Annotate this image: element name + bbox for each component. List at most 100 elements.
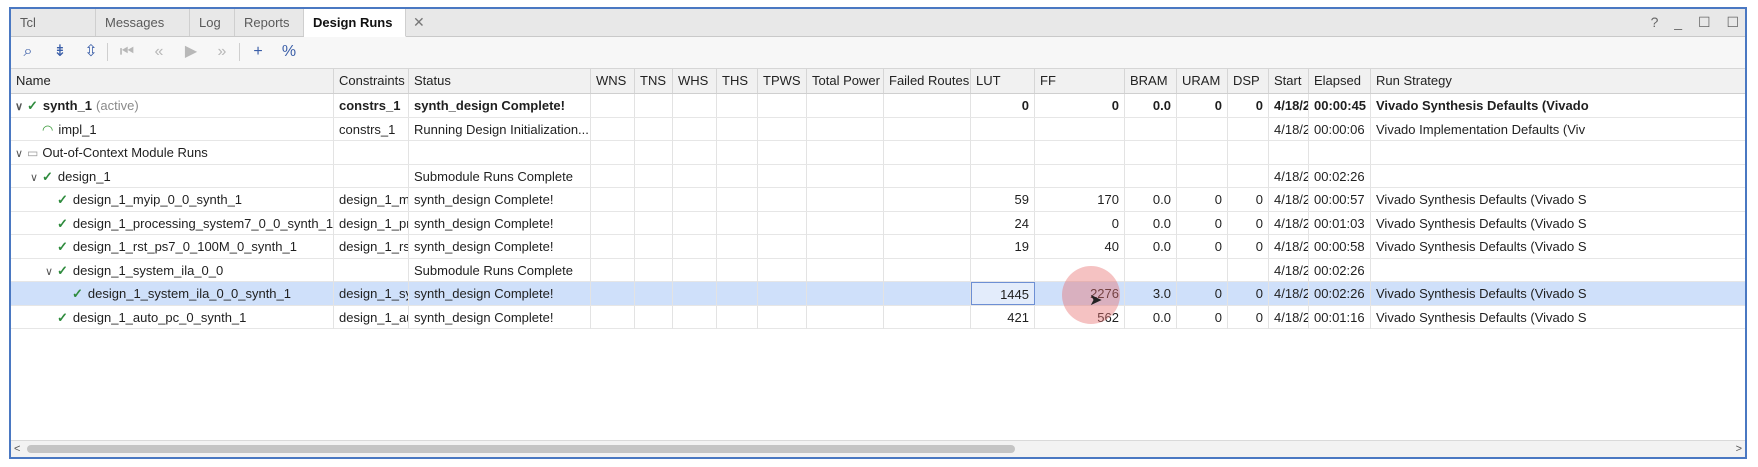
tns-cell[interactable] <box>635 141 673 164</box>
table-row[interactable]: ∨ ✓ design_1 Submodule Runs Complete 4/18/2 0… <box>11 164 1745 188</box>
run-name-cell[interactable]: ◠ impl_1 <box>11 117 334 141</box>
status-cell[interactable] <box>409 141 591 164</box>
total-power-cell[interactable] <box>807 164 884 188</box>
elapsed-cell[interactable]: 00:02:26 <box>1309 164 1371 188</box>
column-header-run-strategy[interactable]: Run Strategy <box>1371 69 1745 93</box>
wns-cell[interactable] <box>591 211 635 235</box>
strategy-cell[interactable]: Vivado Synthesis Defaults (Vivado S <box>1371 235 1745 258</box>
table-row[interactable]: ✓ design_1_rst_ps7_0_100M_0_synth_1 design… <box>11 235 1745 259</box>
uram-cell[interactable] <box>1177 258 1228 282</box>
elapsed-cell[interactable]: 00:01:16 <box>1309 305 1371 329</box>
dsp-cell[interactable]: 0 <box>1228 211 1269 235</box>
table-row[interactable]: ✓ design_1_auto_pc_0_synth_1 design_1_au sy… <box>11 305 1745 329</box>
tpws-cell[interactable] <box>758 117 807 141</box>
ths-cell[interactable] <box>717 282 758 305</box>
wns-cell[interactable] <box>591 282 635 305</box>
chevron-down-icon[interactable]: ∨ <box>15 143 27 164</box>
close-tab-icon[interactable]: ✕ <box>413 9 425 36</box>
elapsed-cell[interactable]: 00:02:26 <box>1309 258 1371 282</box>
table-row[interactable]: ◠ impl_1 constrs_1 Running Design Initializ… <box>11 117 1745 141</box>
uram-cell[interactable]: 0 <box>1177 94 1228 117</box>
column-header-tns[interactable]: TNS <box>635 69 673 93</box>
tpws-cell[interactable] <box>758 164 807 188</box>
lut-cell[interactable]: 59 <box>971 188 1035 211</box>
column-header-ths[interactable]: THS <box>717 69 758 93</box>
start-cell[interactable]: 4/18/2 <box>1269 282 1309 305</box>
dsp-cell[interactable] <box>1228 258 1269 282</box>
dsp-cell[interactable]: 0 <box>1228 282 1269 305</box>
uram-cell[interactable]: 0 <box>1177 188 1228 211</box>
maximize-icon[interactable]: ☐ <box>1726 9 1739 36</box>
table-row[interactable]: ✓ design_1_processing_system7_0_0_synth_1… <box>11 211 1745 235</box>
run-name-cell[interactable]: ✓ design_1_rst_ps7_0_100M_0_synth_1 <box>11 235 334 258</box>
elapsed-cell[interactable] <box>1309 141 1371 164</box>
run-name-cell[interactable]: ∨ ▭ Out-of-Context Module Runs <box>11 141 334 164</box>
lut-cell[interactable] <box>971 117 1035 141</box>
tns-cell[interactable] <box>635 164 673 188</box>
tpws-cell[interactable] <box>758 211 807 235</box>
wns-cell[interactable] <box>591 188 635 211</box>
bram-cell[interactable] <box>1125 258 1177 282</box>
ths-cell[interactable] <box>717 94 758 117</box>
whs-cell[interactable] <box>673 117 717 141</box>
tab-log[interactable]: Log <box>190 9 235 36</box>
tab-reports[interactable]: Reports <box>235 9 304 36</box>
collapse-all-icon[interactable]: ⇟ <box>47 40 73 64</box>
tpws-cell[interactable] <box>758 258 807 282</box>
tns-cell[interactable] <box>635 94 673 117</box>
status-cell[interactable]: synth_design Complete! <box>409 188 591 211</box>
add-icon[interactable]: + <box>245 40 271 64</box>
start-cell[interactable]: 4/18/2 <box>1269 188 1309 211</box>
column-header-bram[interactable]: BRAM <box>1125 69 1177 93</box>
lut-cell[interactable] <box>971 164 1035 188</box>
strategy-cell[interactable]: Vivado Synthesis Defaults (Vivado S <box>1371 212 1745 235</box>
chevron-down-icon[interactable]: ∨ <box>45 261 57 282</box>
status-cell[interactable]: Submodule Runs Complete <box>409 164 591 188</box>
whs-cell[interactable] <box>673 164 717 188</box>
status-cell[interactable]: synth_design Complete! <box>409 235 591 258</box>
table-row[interactable]: ∨ ▭ Out-of-Context Module Runs <box>11 141 1745 165</box>
tab-design-runs[interactable]: Design Runs <box>304 9 406 37</box>
column-header-elapsed[interactable]: Elapsed <box>1309 69 1371 93</box>
wns-cell[interactable] <box>591 117 635 141</box>
dsp-cell[interactable] <box>1228 117 1269 141</box>
lut-cell[interactable]: 24 <box>971 211 1035 235</box>
ths-cell[interactable] <box>717 141 758 164</box>
bram-cell[interactable]: 3.0 <box>1125 282 1177 305</box>
failed-routes-cell[interactable] <box>884 305 971 329</box>
bram-cell[interactable]: 0.0 <box>1125 305 1177 329</box>
tpws-cell[interactable] <box>758 141 807 164</box>
tns-cell[interactable] <box>635 188 673 211</box>
ff-cell[interactable] <box>1035 141 1125 164</box>
whs-cell[interactable] <box>673 258 717 282</box>
ths-cell[interactable] <box>717 211 758 235</box>
status-cell[interactable]: Running Design Initialization... <box>409 117 591 141</box>
start-cell[interactable]: 4/18/2 <box>1269 305 1309 329</box>
lut-cell[interactable]: 421 <box>971 305 1035 329</box>
elapsed-cell[interactable]: 00:00:57 <box>1309 188 1371 211</box>
run-name-cell[interactable]: ✓ design_1_processing_system7_0_0_synth_1 <box>11 211 334 235</box>
column-header-uram[interactable]: URAM <box>1177 69 1228 93</box>
ff-cell[interactable]: 40 <box>1035 235 1125 258</box>
run-name-cell[interactable]: ∨ ✓ synth_1 (active) <box>11 94 334 117</box>
run-name-cell[interactable]: ✓ design_1_auto_pc_0_synth_1 <box>11 305 334 329</box>
ff-cell[interactable]: 0 <box>1035 94 1125 117</box>
start-cell[interactable] <box>1269 141 1309 164</box>
whs-cell[interactable] <box>673 141 717 164</box>
ths-cell[interactable] <box>717 164 758 188</box>
column-header-status[interactable]: Status <box>409 69 591 93</box>
expand-all-icon[interactable]: ⇳ <box>78 40 104 64</box>
column-header-tpws[interactable]: TPWS <box>758 69 807 93</box>
strategy-cell[interactable]: Vivado Synthesis Defaults (Vivado S <box>1371 282 1745 305</box>
status-cell[interactable]: synth_design Complete! <box>409 305 591 329</box>
tns-cell[interactable] <box>635 235 673 258</box>
elapsed-cell[interactable]: 00:00:06 <box>1309 117 1371 141</box>
elapsed-cell[interactable]: 00:00:45 <box>1309 94 1371 117</box>
uram-cell[interactable]: 0 <box>1177 211 1228 235</box>
whs-cell[interactable] <box>673 188 717 211</box>
ths-cell[interactable] <box>717 188 758 211</box>
help-icon[interactable]: ? <box>1651 9 1659 36</box>
constraints-cell[interactable] <box>334 164 409 188</box>
whs-cell[interactable] <box>673 235 717 258</box>
elapsed-cell[interactable]: 00:02:26 <box>1309 282 1371 305</box>
